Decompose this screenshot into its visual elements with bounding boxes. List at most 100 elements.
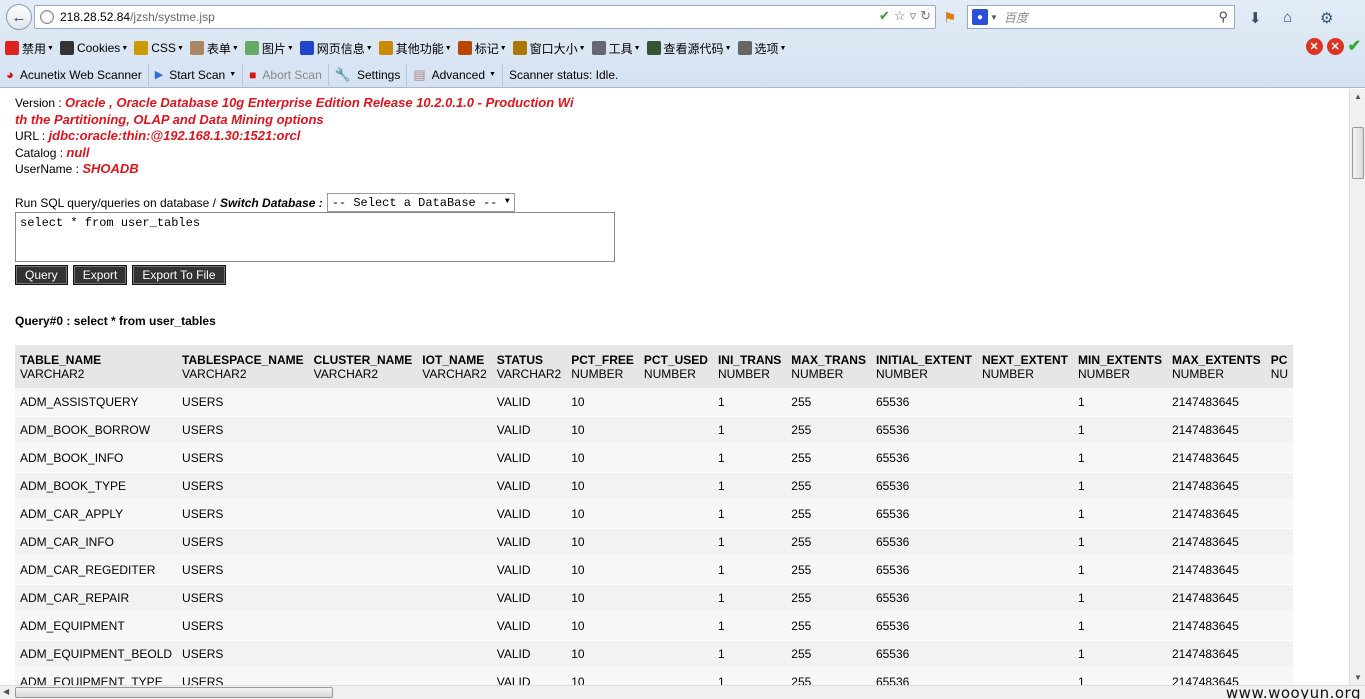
menu-item-1[interactable]: Cookies ▼	[57, 37, 131, 59]
menu-item-label: 工具	[608, 41, 633, 56]
column-type: VARCHAR2	[182, 366, 247, 381]
sql-query-input[interactable]: select * from user_tables	[15, 212, 615, 262]
menu-item-10[interactable]: 查看源代码 ▼	[644, 37, 735, 59]
result-table: TABLE_NAME VARCHAR2 TABLESPACE_NAME VARCHAR…	[15, 345, 1294, 685]
menu-item-label: 图片	[261, 41, 286, 56]
menu-item-5[interactable]: 网页信息 ▼	[297, 37, 376, 59]
table-cell: 65536	[870, 612, 977, 641]
table-row: ADM_EQUIPMENT_TYPE USERS VALID 10 1 255 65536 1…	[15, 668, 1294, 685]
horizontal-scrollbar[interactable]: ◀	[0, 685, 1365, 699]
column-name: MAX_EXTENTS	[1172, 352, 1261, 367]
table-header-row: TABLE_NAME VARCHAR2 TABLESPACE_NAME VARCHAR…	[15, 345, 1294, 388]
export-to-file-button[interactable]: Export To File	[132, 265, 226, 285]
address-bar-actions: ✔ ☆ ▿ ↻	[879, 8, 931, 24]
table-cell: 255	[786, 556, 871, 585]
table-cell: 10	[566, 388, 639, 417]
table-cell	[417, 612, 492, 641]
table-cell: 10	[566, 444, 639, 473]
error-x-icon[interactable]: ✕	[1305, 38, 1323, 55]
menu-item-0[interactable]: 禁用 ▼	[2, 37, 57, 59]
menu-item-label: 标记	[474, 41, 499, 56]
query-button[interactable]: Query	[15, 265, 68, 285]
extension-icon[interactable]: ⚙	[1320, 9, 1333, 27]
menu-item-8[interactable]: 窗口大小 ▼	[510, 37, 589, 59]
search-input[interactable]: 百度	[1004, 9, 1028, 26]
table-row: ADM_EQUIPMENT_BEOLD USERS VALID 10 1 255 65536…	[15, 640, 1294, 669]
search-bar[interactable]: ● ▼ 百度 ⚲	[967, 5, 1235, 29]
menu-item-3[interactable]: 表单 ▼	[187, 37, 242, 59]
reload-icon[interactable]: ↻	[920, 8, 931, 24]
history-dropdown-icon[interactable]: ▿	[910, 8, 917, 24]
settings-button[interactable]: 🔧 Settings	[329, 63, 408, 86]
table-cell	[1265, 444, 1294, 473]
home-icon[interactable]: ⌂	[1283, 9, 1292, 26]
table-cell: 10	[566, 584, 639, 613]
scroll-left-arrow-icon[interactable]: ◀	[3, 687, 9, 696]
search-engine-dropdown-icon[interactable]: ▼	[990, 13, 998, 22]
table-cell: 1	[1072, 500, 1167, 529]
column-name: CLUSTER_NAME	[313, 352, 413, 367]
column-header: INITIAL_EXTENT NUMBER	[870, 345, 977, 388]
table-cell	[976, 416, 1073, 445]
horizontal-scroll-thumb[interactable]	[15, 687, 333, 698]
advanced-button[interactable]: ▤ Advanced ▼	[407, 63, 503, 86]
table-cell: ADM_CAR_REGEDITER	[15, 556, 178, 585]
menu-item-9[interactable]: 工具 ▼	[589, 37, 644, 59]
table-cell	[308, 556, 418, 585]
table-cell: 1	[712, 388, 787, 417]
chevron-down-icon: ▼	[47, 44, 54, 52]
menu-item-7[interactable]: 标记 ▼	[455, 37, 510, 59]
table-cell: 1	[1072, 668, 1167, 685]
verified-check-icon[interactable]: ✔	[879, 8, 890, 24]
table-cell: 255	[786, 640, 871, 669]
acunetix-brand[interactable]: ◕ Acunetix Web Scanner	[0, 63, 149, 86]
menu-item-11[interactable]: 选项 ▼	[735, 37, 790, 59]
vertical-scrollbar[interactable]: ▲ ▼	[1349, 89, 1365, 685]
table-cell	[1265, 584, 1294, 613]
watermark-text: www.wooyun.org	[1225, 684, 1361, 699]
database-select[interactable]: -- Select a DataBase -- ▼	[326, 193, 515, 212]
table-cell: 2147483645	[1167, 528, 1266, 557]
version-line-2: th the Partitioning, OLAP and Data Minin…	[15, 111, 324, 127]
download-arrow-icon[interactable]: ⬇	[1249, 9, 1262, 27]
bookmark-star-icon[interactable]: ☆	[894, 8, 906, 24]
scroll-down-arrow-icon[interactable]: ▼	[1354, 673, 1362, 682]
search-magnifier-icon[interactable]: ⚲	[1218, 9, 1228, 25]
vertical-scroll-thumb[interactable]	[1352, 127, 1364, 179]
table-cell	[417, 500, 492, 529]
menu-item-2[interactable]: CSS ▼	[131, 37, 187, 59]
abort-scan-button[interactable]: ■ Abort Scan	[243, 63, 329, 86]
menu-item-4[interactable]: 图片 ▼	[242, 37, 297, 59]
column-type: NUMBER	[643, 366, 696, 381]
table-cell: 1	[1072, 416, 1167, 445]
table-cell: 1	[1072, 528, 1167, 557]
column-name: STATUS	[496, 352, 543, 367]
table-cell: USERS	[177, 500, 309, 529]
back-arrow-icon[interactable]: ←	[6, 4, 32, 30]
table-cell	[308, 500, 418, 529]
tools-icon	[591, 41, 606, 55]
table-cell: VALID	[491, 472, 567, 501]
start-scan-button[interactable]: ▶ Start Scan ▼	[149, 63, 244, 86]
table-row: ADM_CAR_REPAIR USERS VALID 10 1 255 65536 1 2147…	[15, 584, 1294, 613]
baidu-paw-icon[interactable]: ●	[972, 9, 988, 25]
addon-icon[interactable]: ⚑	[943, 9, 956, 27]
catalog-line: Catalog : null	[15, 144, 90, 160]
valid-check-icon[interactable]: ✔	[1348, 38, 1361, 55]
table-cell	[638, 640, 713, 669]
table-row: ADM_BOOK_BORROW USERS VALID 10 1 255 65536 1 214…	[15, 416, 1294, 445]
table-cell: USERS	[177, 668, 309, 685]
table-cell: 65536	[870, 500, 977, 529]
warning-x-icon[interactable]: ✕	[1326, 38, 1344, 55]
table-cell: 1	[712, 584, 787, 613]
column-name: MAX_TRANS	[791, 352, 866, 367]
table-cell: 1	[1072, 556, 1167, 585]
table-cell: VALID	[491, 640, 567, 669]
page-content: Version : Oracle , Oracle Database 10g E…	[0, 89, 1349, 685]
address-bar[interactable]: 218.28.52.84/jzsh/systme.jsp ✔ ☆ ▿ ↻	[34, 5, 936, 29]
scroll-up-arrow-icon[interactable]: ▲	[1354, 92, 1362, 101]
table-cell	[308, 668, 418, 685]
site-globe-icon	[40, 10, 54, 24]
menu-item-6[interactable]: 其他功能 ▼	[376, 37, 455, 59]
export-button[interactable]: Export	[72, 265, 128, 285]
